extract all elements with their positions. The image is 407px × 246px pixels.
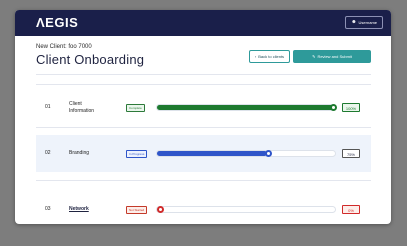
user-icon: ☻ <box>351 19 357 25</box>
step-name: Client Information <box>69 101 94 115</box>
divider <box>36 180 371 181</box>
review-submit-button[interactable]: ✎ Review and Submit <box>293 50 371 63</box>
page-subtitle: New Client: foo 7000 <box>36 44 92 50</box>
user-menu-button[interactable]: ☻ Username <box>345 16 383 29</box>
step-row-network: 03 Network Not Started 0% <box>36 191 371 224</box>
back-to-clients-button[interactable]: ‹ Back to clients <box>249 50 290 63</box>
progress-percent: 100% <box>342 103 360 112</box>
step-number: 02 <box>45 150 51 156</box>
review-label: Review and Submit <box>317 54 352 59</box>
logo: ΛEGIS <box>36 15 79 30</box>
divider <box>36 74 371 75</box>
progress-fill <box>157 105 335 110</box>
page-title: Client Onboarding <box>36 52 145 67</box>
status-badge: Not Started <box>126 206 148 214</box>
progress-knob[interactable] <box>265 150 272 157</box>
app-window: ΛEGIS ☻ Username New Client: foo 7000 Cl… <box>15 10 391 224</box>
step-row-branding: 02 Branding In Progress 75% <box>36 135 371 172</box>
status-badge: In Progress <box>126 150 148 158</box>
step-name-link[interactable]: Network <box>69 206 89 213</box>
progress-bar[interactable] <box>156 104 337 111</box>
back-label: Back to clients <box>258 54 285 59</box>
progress-knob[interactable] <box>330 104 337 111</box>
divider <box>36 84 371 85</box>
step-number: 03 <box>45 206 51 212</box>
step-name-line: Branding <box>69 150 90 156</box>
status-badge: Complete <box>126 104 145 112</box>
step-name-line: Client <box>69 101 82 107</box>
divider <box>36 127 371 128</box>
progress-percent: 0% <box>342 205 360 214</box>
progress-percent: 75% <box>342 149 360 158</box>
edit-icon: ✎ <box>312 54 316 59</box>
top-bar: ΛEGIS ☻ Username <box>15 10 391 36</box>
step-number: 01 <box>45 104 51 110</box>
progress-bar[interactable] <box>156 150 336 157</box>
step-name-line: Information <box>69 108 95 114</box>
progress-bar[interactable] <box>156 206 336 213</box>
step-row-client-information: 01 Client Information Complete 100% <box>36 89 371 126</box>
step-name: Branding <box>69 150 89 157</box>
progress-fill <box>157 151 268 156</box>
user-menu-label: Username <box>358 20 377 25</box>
progress-knob[interactable] <box>157 206 164 213</box>
chevron-left-icon: ‹ <box>254 54 257 59</box>
